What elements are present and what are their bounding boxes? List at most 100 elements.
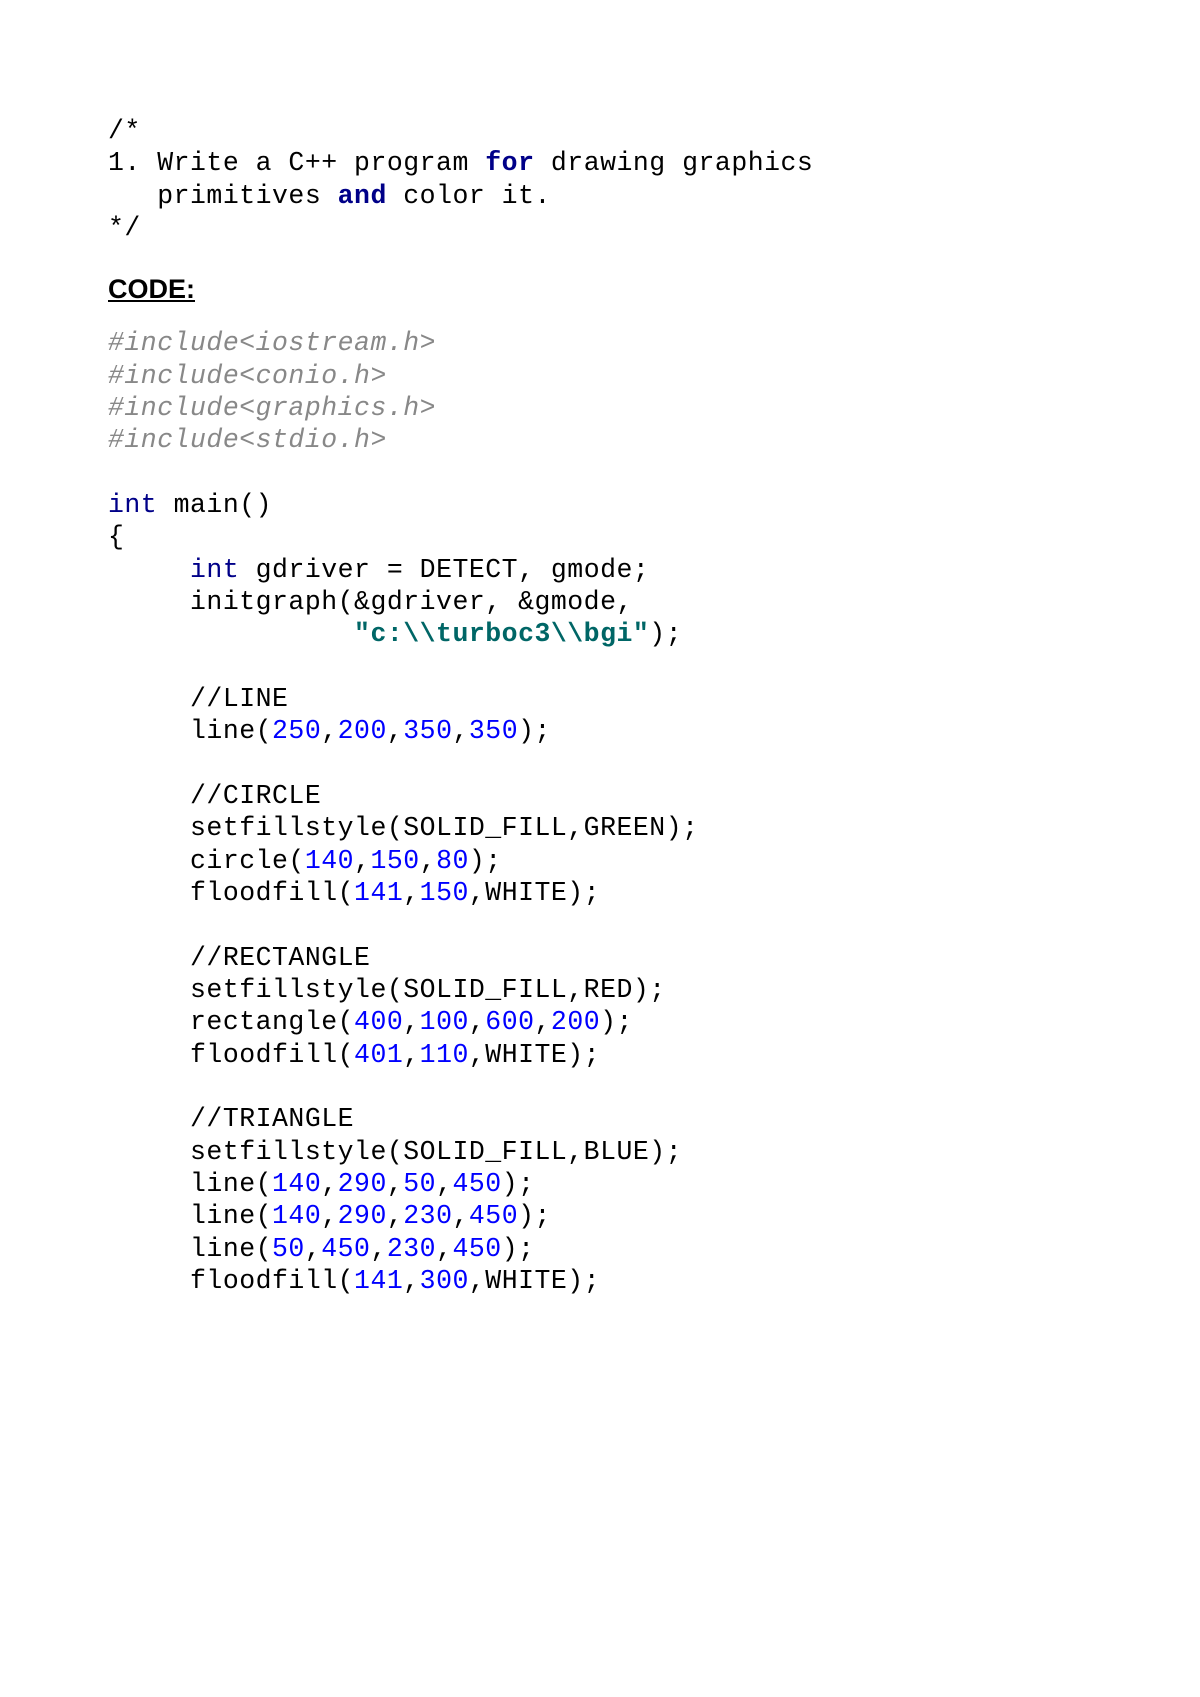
- type-int: int: [108, 490, 157, 520]
- line-call: line(: [108, 716, 272, 746]
- setfill-red: setfillstyle(SOLID_FILL,RED);: [108, 975, 666, 1005]
- comma: ,: [453, 1201, 469, 1231]
- main-signature: main(): [157, 490, 272, 520]
- comma: ,: [305, 1234, 321, 1264]
- keyword-for: for: [485, 148, 534, 178]
- num: 141: [354, 1266, 403, 1296]
- line-call-2: line(: [108, 1169, 272, 1199]
- comma: ,: [403, 1040, 419, 1070]
- num: 450: [469, 1201, 518, 1231]
- brace-open: {: [108, 522, 124, 552]
- num: 200: [551, 1007, 600, 1037]
- rectangle-call: rectangle(: [108, 1007, 354, 1037]
- comma: ,: [436, 1169, 452, 1199]
- num: 350: [403, 716, 452, 746]
- comma: ,: [321, 1169, 337, 1199]
- circle-call: circle(: [108, 846, 305, 876]
- comma: ,: [403, 878, 419, 908]
- comma: ,: [387, 716, 403, 746]
- num: 150: [370, 846, 419, 876]
- num: 290: [338, 1169, 387, 1199]
- num: 450: [453, 1169, 502, 1199]
- close-stmt: );: [518, 1201, 551, 1231]
- num: 80: [436, 846, 469, 876]
- comment-line2-b: color it.: [387, 181, 551, 211]
- num: 350: [469, 716, 518, 746]
- comment-line1-a: 1. Write a C++ program: [108, 148, 485, 178]
- floodfill-tail: ,WHITE);: [469, 1266, 600, 1296]
- floodfill-3: floodfill(: [108, 1266, 354, 1296]
- comment-open: /*: [108, 116, 141, 146]
- comment-tri-section: //TRIANGLE: [108, 1104, 354, 1134]
- include-graphics: #include<graphics.h>: [108, 393, 436, 423]
- floodfill-1: floodfill(: [108, 878, 354, 908]
- comma: ,: [387, 1201, 403, 1231]
- floodfill-tail: ,WHITE);: [469, 1040, 600, 1070]
- comment-circle-section: //CIRCLE: [108, 781, 321, 811]
- num: 401: [354, 1040, 403, 1070]
- code-heading: CODE:: [108, 274, 1092, 305]
- num: 50: [272, 1234, 305, 1264]
- comment-line2-a: primitives: [108, 181, 338, 211]
- num: 150: [420, 878, 469, 908]
- comma: ,: [403, 1266, 419, 1296]
- gdriver-decl: gdriver = DETECT, gmode;: [239, 555, 649, 585]
- indent: [108, 555, 190, 585]
- num: 140: [305, 846, 354, 876]
- close-stmt: );: [502, 1234, 535, 1264]
- num: 141: [354, 878, 403, 908]
- include-conio: #include<conio.h>: [108, 361, 387, 391]
- floodfill-tail: ,WHITE);: [469, 878, 600, 908]
- num: 600: [485, 1007, 534, 1037]
- num: 110: [420, 1040, 469, 1070]
- close-stmt: );: [502, 1169, 535, 1199]
- num: 250: [272, 716, 321, 746]
- comma: ,: [436, 1234, 452, 1264]
- initgraph-call: initgraph(&gdriver, &gmode,: [108, 587, 633, 617]
- type-int-2: int: [190, 555, 239, 585]
- comment-header: /* 1. Write a C++ program for drawing gr…: [108, 115, 1092, 244]
- line-call-4: line(: [108, 1234, 272, 1264]
- num: 230: [387, 1234, 436, 1264]
- include-stdio: #include<stdio.h>: [108, 425, 387, 455]
- comment-close: */: [108, 213, 141, 243]
- string-path: "c:\\turboc3\\bgi": [354, 619, 649, 649]
- setfill-blue: setfillstyle(SOLID_FILL,BLUE);: [108, 1137, 682, 1167]
- comma: ,: [469, 1007, 485, 1037]
- num: 450: [321, 1234, 370, 1264]
- comment-rect-section: //RECTANGLE: [108, 943, 370, 973]
- num: 50: [403, 1169, 436, 1199]
- comma: ,: [370, 1234, 386, 1264]
- comma: ,: [354, 846, 370, 876]
- num: 400: [354, 1007, 403, 1037]
- comma: ,: [403, 1007, 419, 1037]
- close-stmt: );: [469, 846, 502, 876]
- floodfill-2: floodfill(: [108, 1040, 354, 1070]
- line-call-3: line(: [108, 1201, 272, 1231]
- num: 290: [338, 1201, 387, 1231]
- include-iostream: #include<iostream.h>: [108, 328, 436, 358]
- comma: ,: [420, 846, 436, 876]
- document-page: /* 1. Write a C++ program for drawing gr…: [0, 0, 1200, 1357]
- string-close: );: [649, 619, 682, 649]
- keyword-and: and: [338, 181, 387, 211]
- comma: ,: [535, 1007, 551, 1037]
- num: 450: [453, 1234, 502, 1264]
- num: 140: [272, 1169, 321, 1199]
- comment-line-section: //LINE: [108, 684, 288, 714]
- num: 300: [420, 1266, 469, 1296]
- comma: ,: [453, 716, 469, 746]
- comma: ,: [387, 1169, 403, 1199]
- num: 140: [272, 1201, 321, 1231]
- close-stmt: );: [518, 716, 551, 746]
- close-stmt: );: [600, 1007, 633, 1037]
- comma: ,: [321, 1201, 337, 1231]
- num: 230: [403, 1201, 452, 1231]
- code-body: #include<iostream.h> #include<conio.h> #…: [108, 327, 1092, 1297]
- string-pad: [108, 619, 354, 649]
- num: 100: [420, 1007, 469, 1037]
- setfill-green: setfillstyle(SOLID_FILL,GREEN);: [108, 813, 699, 843]
- comma: ,: [321, 716, 337, 746]
- comment-line1-b: drawing graphics: [534, 148, 813, 178]
- num: 200: [338, 716, 387, 746]
